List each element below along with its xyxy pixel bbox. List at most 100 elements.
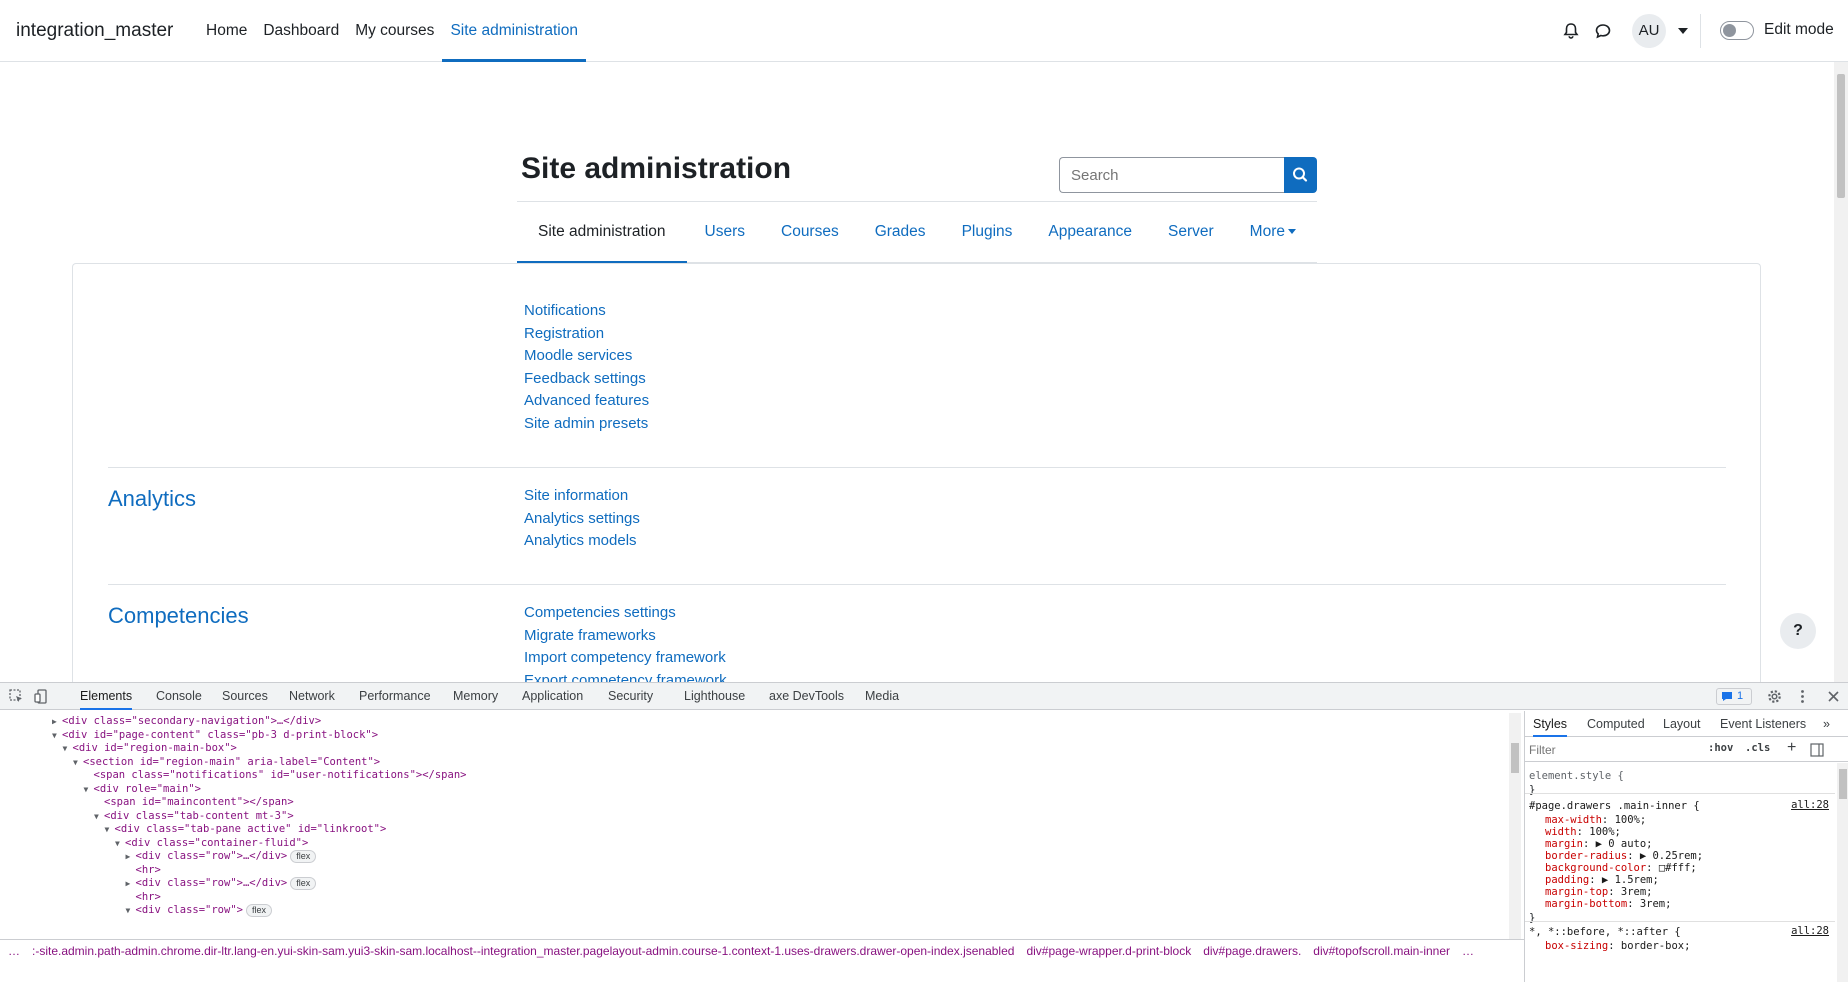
tab-site-administration[interactable]: Site administration bbox=[517, 202, 687, 264]
property-name[interactable]: box-sizing bbox=[1545, 940, 1608, 952]
link-moodle-services[interactable]: Moodle services bbox=[524, 347, 649, 370]
nav-my-courses[interactable]: My courses bbox=[347, 0, 442, 62]
page-scrollbar-thumb[interactable] bbox=[1837, 74, 1845, 198]
devtools-tab-network[interactable]: Network bbox=[289, 683, 335, 710]
tab-grades[interactable]: Grades bbox=[857, 202, 944, 262]
dom-node-markup: <div id="page-content" class="pb-3 d-pri… bbox=[62, 728, 379, 741]
settings-gear-icon[interactable] bbox=[1766, 688, 1783, 705]
link-site-information[interactable]: Site information bbox=[524, 487, 640, 510]
breadcrumb-item[interactable]: … bbox=[1462, 944, 1474, 958]
dom-node[interactable]: ▼ <div class="row"> flex bbox=[126, 902, 272, 918]
expanded-triangle-icon[interactable]: ▼ bbox=[105, 822, 115, 838]
property-value[interactable]: □#fff; bbox=[1659, 862, 1697, 874]
styles-scrollbar-thumb[interactable] bbox=[1839, 769, 1847, 799]
expanded-triangle-icon[interactable]: ▼ bbox=[94, 809, 104, 825]
close-devtools-icon[interactable] bbox=[1825, 688, 1842, 705]
elements-tree: ▶ <div class="secondary-navigation">…</di… bbox=[0, 711, 1512, 939]
more-options-icon[interactable] bbox=[1794, 688, 1811, 705]
edit-mode-toggle[interactable] bbox=[1720, 21, 1754, 40]
flex-badge[interactable]: flex bbox=[290, 850, 317, 863]
breadcrumb-item[interactable]: div#page.drawers. bbox=[1203, 944, 1301, 958]
elements-scrollbar-thumb[interactable] bbox=[1511, 743, 1519, 773]
link-analytics-settings[interactable]: Analytics settings bbox=[524, 510, 640, 533]
issues-badge[interactable]: 1 bbox=[1716, 688, 1752, 705]
expanded-triangle-icon[interactable]: ▼ bbox=[126, 903, 136, 919]
user-menu-caret-icon[interactable] bbox=[1678, 28, 1688, 34]
styles-scrollbar[interactable] bbox=[1837, 763, 1848, 982]
section-heading-analytics[interactable]: Analytics bbox=[108, 486, 196, 512]
rule-selector: #page.drawers .main-inner { bbox=[1529, 800, 1700, 812]
toggle-sidebar-icon[interactable] bbox=[1810, 743, 1824, 757]
devtools-tab-application[interactable]: Application bbox=[522, 683, 583, 710]
devtools-tab-elements[interactable]: Elements bbox=[80, 683, 133, 710]
link-analytics-models[interactable]: Analytics models bbox=[524, 532, 640, 555]
flex-badge[interactable]: flex bbox=[290, 877, 317, 890]
expanded-triangle-icon[interactable]: ▼ bbox=[84, 782, 94, 798]
devtools-tab-media[interactable]: Media bbox=[865, 683, 899, 710]
property-name[interactable]: margin-bottom bbox=[1545, 898, 1627, 910]
user-avatar[interactable]: AU bbox=[1632, 14, 1666, 48]
expanded-triangle-icon[interactable]: ▼ bbox=[52, 728, 62, 744]
link-feedback-settings[interactable]: Feedback settings bbox=[524, 370, 649, 393]
expanded-triangle-icon[interactable]: ▼ bbox=[63, 741, 73, 757]
dom-node-markup: <div class="row">…</div> bbox=[135, 877, 288, 889]
tab-plugins[interactable]: Plugins bbox=[944, 202, 1031, 262]
nav-site-administration[interactable]: Site administration bbox=[442, 0, 586, 62]
breadcrumb-item[interactable]: div#page-wrapper.d-print-block bbox=[1026, 944, 1191, 958]
link-migrate-frameworks[interactable]: Migrate frameworks bbox=[524, 627, 727, 650]
inspect-element-icon[interactable] bbox=[8, 688, 25, 705]
hov-toggle[interactable]: :hov bbox=[1708, 742, 1733, 754]
expanded-triangle-icon[interactable]: ▼ bbox=[115, 836, 125, 852]
link-site-admin-presets[interactable]: Site admin presets bbox=[524, 415, 649, 438]
nav-home[interactable]: Home bbox=[198, 0, 255, 62]
chat-icon[interactable] bbox=[1594, 22, 1612, 40]
link-competencies-settings[interactable]: Competencies settings bbox=[524, 604, 727, 627]
styles-tab-styles[interactable]: Styles bbox=[1533, 711, 1568, 737]
tab-server[interactable]: Server bbox=[1150, 202, 1232, 262]
rule2-source-link[interactable]: all:28 bbox=[1791, 925, 1829, 937]
styles-filter-input[interactable] bbox=[1529, 741, 1699, 759]
rule-source-link[interactable]: all:28 bbox=[1791, 799, 1829, 811]
nav-dashboard[interactable]: Dashboard bbox=[255, 0, 347, 62]
devtools-tab-axe-devtools[interactable]: axe DevTools bbox=[769, 683, 844, 710]
devtools-tab-lighthouse[interactable]: Lighthouse bbox=[684, 683, 745, 710]
breadcrumb-item[interactable]: … bbox=[8, 944, 20, 958]
styles-more-tabs-icon[interactable]: » bbox=[1823, 711, 1830, 737]
devtools-tab-console[interactable]: Console bbox=[156, 683, 202, 710]
search-button[interactable] bbox=[1284, 157, 1317, 193]
flex-badge[interactable]: flex bbox=[245, 904, 272, 917]
bell-icon[interactable] bbox=[1562, 22, 1580, 40]
tab-courses[interactable]: Courses bbox=[763, 202, 857, 262]
link-import-competency-framework[interactable]: Import competency framework bbox=[524, 649, 727, 672]
section-divider bbox=[108, 467, 1726, 468]
styles-tab-computed[interactable]: Computed bbox=[1587, 711, 1645, 737]
device-toolbar-icon[interactable] bbox=[34, 688, 51, 705]
elements-scrollbar[interactable] bbox=[1509, 713, 1521, 939]
tab-users[interactable]: Users bbox=[687, 202, 763, 262]
breadcrumb-item[interactable]: div#topofscroll.main-inner bbox=[1313, 944, 1450, 958]
help-button[interactable]: ? bbox=[1780, 613, 1816, 649]
dom-node-markup: <span id="maincontent"></span> bbox=[104, 796, 294, 808]
rule-close-brace: } bbox=[1529, 784, 1536, 796]
link-registration[interactable]: Registration bbox=[524, 325, 649, 348]
section-heading-competencies[interactable]: Competencies bbox=[108, 603, 249, 629]
styles-tab-event-listeners[interactable]: Event Listeners bbox=[1720, 711, 1806, 737]
site-brand[interactable]: integration_master bbox=[16, 20, 173, 42]
tab-appearance[interactable]: Appearance bbox=[1030, 202, 1150, 262]
styles-tab-layout[interactable]: Layout bbox=[1663, 711, 1701, 737]
property-value[interactable]: 3rem; bbox=[1640, 898, 1672, 910]
expanded-triangle-icon[interactable]: ▼ bbox=[73, 755, 83, 771]
link-notifications[interactable]: Notifications bbox=[524, 302, 649, 325]
devtools-tab-memory[interactable]: Memory bbox=[453, 683, 498, 710]
breadcrumb-item[interactable]: :-site.admin.path-admin.chrome.dir-ltr.l… bbox=[32, 944, 1014, 958]
admin-search-input[interactable] bbox=[1059, 157, 1284, 193]
tab-more[interactable]: More bbox=[1232, 202, 1314, 262]
devtools-tab-sources[interactable]: Sources bbox=[222, 683, 268, 710]
link-advanced-features[interactable]: Advanced features bbox=[524, 392, 649, 415]
devtools-tab-security[interactable]: Security bbox=[608, 683, 653, 710]
new-style-rule-icon[interactable]: + bbox=[1787, 739, 1796, 757]
property-value[interactable]: border-box; bbox=[1621, 940, 1691, 952]
devtools-tab-performance[interactable]: Performance bbox=[359, 683, 431, 710]
page-scrollbar[interactable] bbox=[1834, 62, 1848, 682]
cls-toggle[interactable]: .cls bbox=[1745, 742, 1770, 754]
